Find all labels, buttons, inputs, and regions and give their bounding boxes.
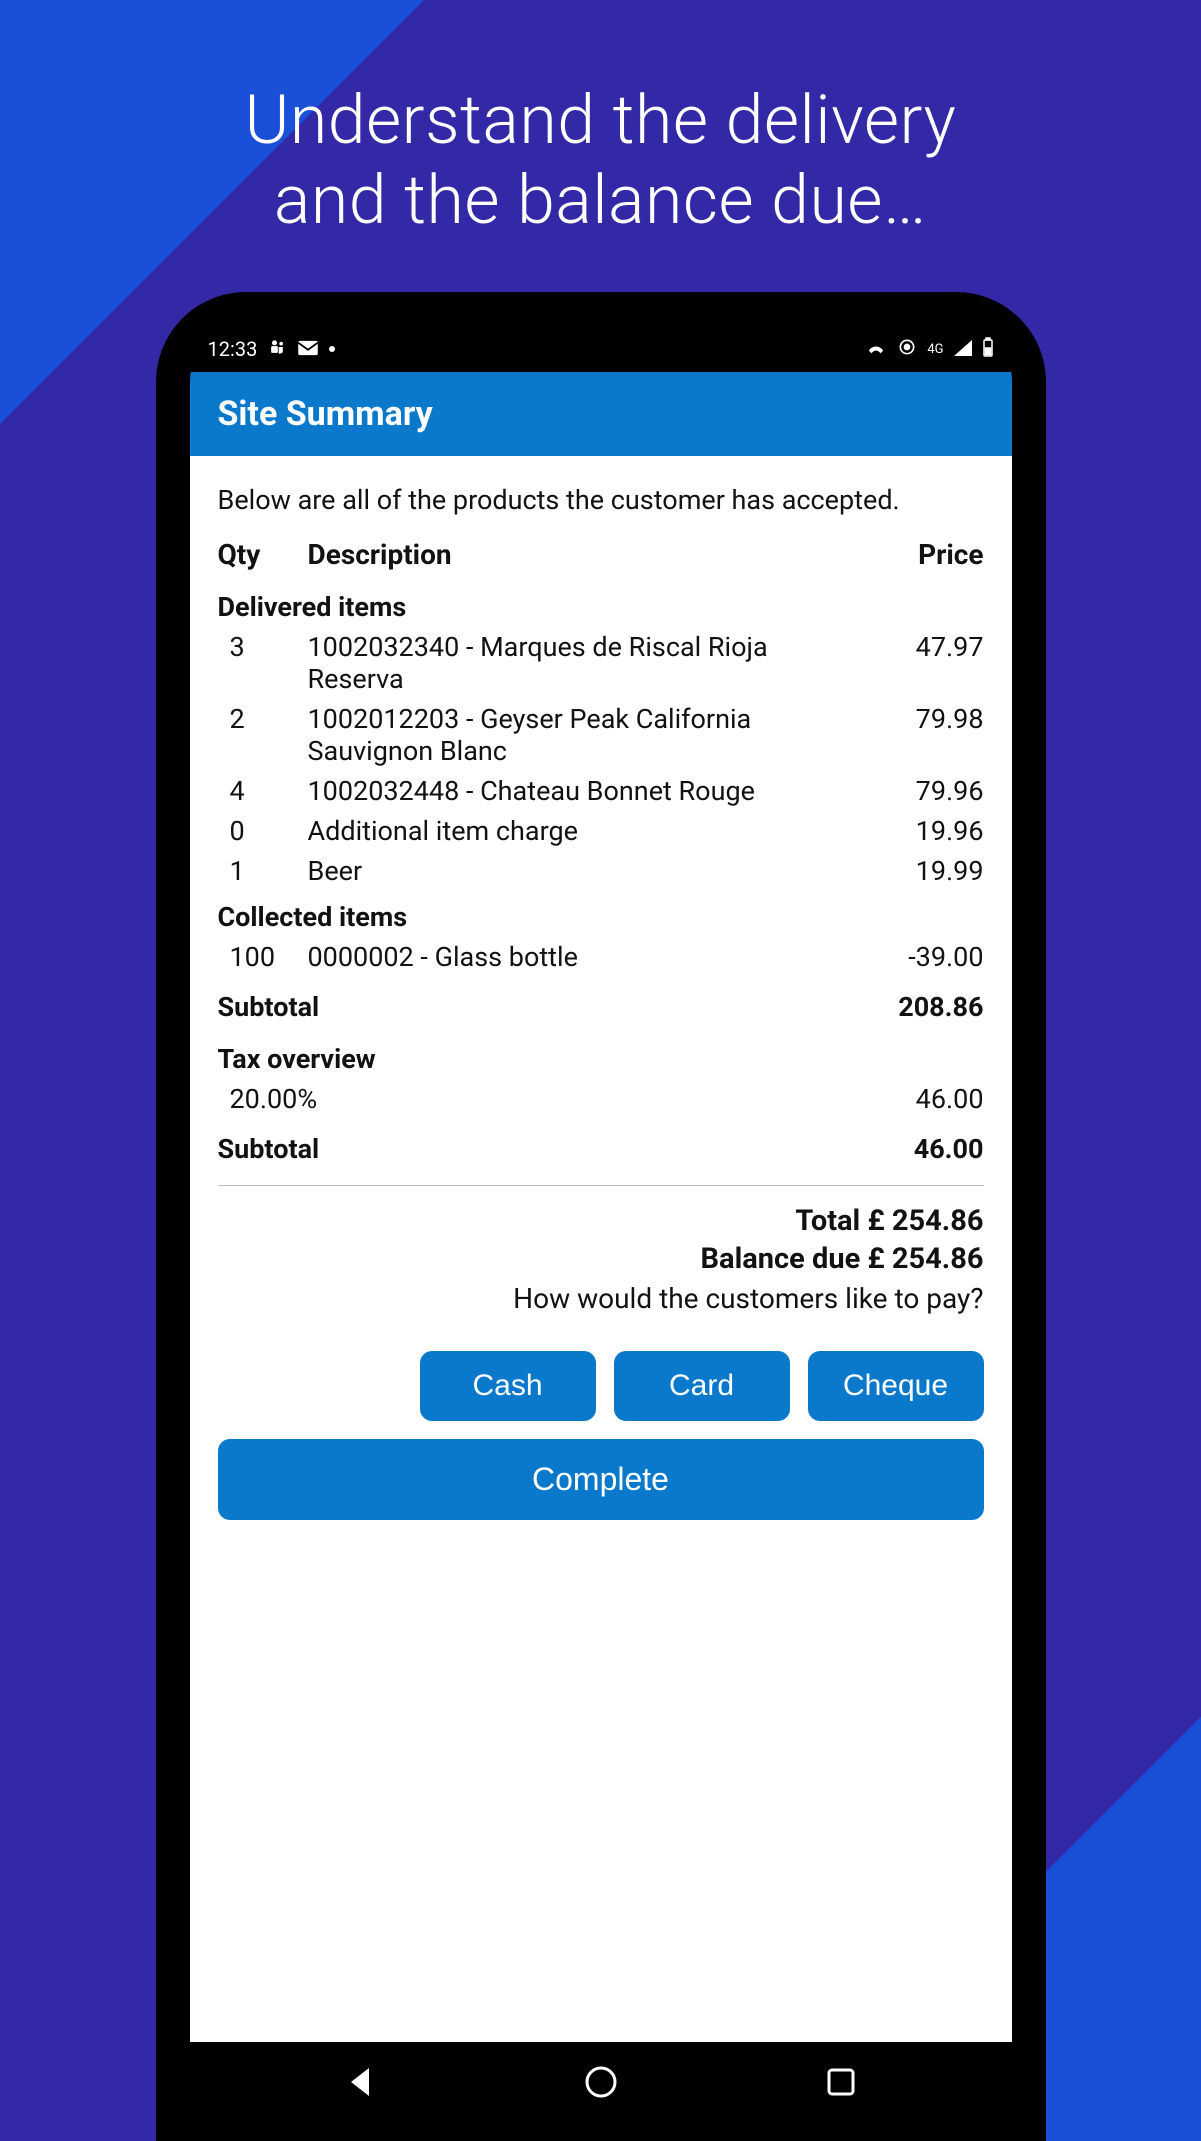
table-row: 100 0000002 - Glass bottle -39.00 <box>218 937 984 977</box>
main-content: Below are all of the products the custom… <box>190 456 1012 2042</box>
row-price: 19.96 <box>844 811 984 851</box>
signal-type-label: 4G <box>927 342 943 357</box>
row-desc: Beer <box>308 851 844 891</box>
tax-amount: 46.00 <box>844 1079 984 1119</box>
signal-icon <box>954 337 972 361</box>
subtotal-label: Subtotal <box>218 977 844 1033</box>
teams-icon <box>267 337 287 362</box>
complete-button[interactable]: Complete <box>218 1439 984 1520</box>
table-row: 4 1002032448 - Chateau Bonnet Rouge 79.9… <box>218 771 984 811</box>
payment-buttons-row: Cash Card Cheque <box>218 1351 984 1421</box>
headline-line-1: Understand the delivery <box>245 80 957 160</box>
row-price: 79.98 <box>844 699 984 771</box>
nav-back-icon[interactable] <box>341 2062 381 2102</box>
nav-home-icon[interactable] <box>581 2062 621 2102</box>
table-row: 3 1002032340 - Marques de Riscal Rioja R… <box>218 627 984 699</box>
table-row: 0 Additional item charge 19.96 <box>218 811 984 851</box>
tax-heading: Tax overview <box>218 1033 984 1079</box>
total-value: £ 254.86 <box>867 1204 983 1238</box>
nav-recent-icon[interactable] <box>821 2062 861 2102</box>
collected-heading: Collected items <box>218 891 984 937</box>
row-qty: 100 <box>218 937 308 977</box>
totals-block: Total £ 254.86 Balance due £ 254.86 How … <box>218 1186 984 1337</box>
row-price: -39.00 <box>844 937 984 977</box>
table-row: 20.00% 46.00 <box>218 1079 984 1119</box>
app-bar: Site Summary <box>190 372 1012 456</box>
phone-screen: 12:33 4G <box>190 326 1012 2141</box>
tax-subtotal-value: 46.00 <box>844 1119 984 1175</box>
row-desc: 0000002 - Glass bottle <box>308 937 844 977</box>
row-qty: 3 <box>218 627 308 699</box>
row-price: 47.97 <box>844 627 984 699</box>
row-qty: 0 <box>218 811 308 851</box>
wifi-calling-icon <box>865 337 887 361</box>
page-title: Site Summary <box>218 394 433 434</box>
row-qty: 2 <box>218 699 308 771</box>
items-table: Qty Description Price Delivered items 3 … <box>218 534 984 1175</box>
tax-subtotal-label: Subtotal <box>218 1119 844 1175</box>
row-qty: 4 <box>218 771 308 811</box>
balance-label: Balance due <box>701 1242 861 1276</box>
promo-background: Understand the delivery and the balance … <box>0 0 1201 2141</box>
notification-dot-icon <box>329 346 335 352</box>
col-qty: Qty <box>218 534 308 581</box>
table-row: 1 Beer 19.99 <box>218 851 984 891</box>
row-price: 19.99 <box>844 851 984 891</box>
row-qty: 1 <box>218 851 308 891</box>
card-button[interactable]: Card <box>614 1351 790 1421</box>
col-price: Price <box>844 534 984 581</box>
intro-text: Below are all of the products the custom… <box>218 484 984 516</box>
subtotal-value: 208.86 <box>844 977 984 1033</box>
total-label: Total <box>795 1204 860 1238</box>
row-desc: 1002012203 - Geyser Peak California Sauv… <box>308 699 844 771</box>
row-price: 79.96 <box>844 771 984 811</box>
col-desc: Description <box>308 534 844 581</box>
balance-value: £ 254.86 <box>867 1242 983 1276</box>
tax-rate: 20.00% <box>218 1079 844 1119</box>
mail-icon <box>297 337 319 361</box>
status-bar: 12:33 4G <box>190 326 1012 372</box>
table-row: 2 1002012203 - Geyser Peak California Sa… <box>218 699 984 771</box>
row-desc: 1002032448 - Chateau Bonnet Rouge <box>308 771 844 811</box>
status-time: 12:33 <box>208 337 258 361</box>
android-nav-bar <box>190 2042 1012 2141</box>
promo-headline: Understand the delivery and the balance … <box>0 80 1201 240</box>
headline-line-2: and the balance due… <box>274 160 927 240</box>
hotspot-icon <box>897 337 917 362</box>
phone-frame: 12:33 4G <box>156 292 1046 2141</box>
battery-icon <box>982 337 994 362</box>
cash-button[interactable]: Cash <box>420 1351 596 1421</box>
payment-prompt: How would the customers like to pay? <box>218 1282 984 1315</box>
cheque-button[interactable]: Cheque <box>808 1351 984 1421</box>
delivered-heading: Delivered items <box>218 581 984 627</box>
row-desc: Additional item charge <box>308 811 844 851</box>
row-desc: 1002032340 - Marques de Riscal Rioja Res… <box>308 627 844 699</box>
